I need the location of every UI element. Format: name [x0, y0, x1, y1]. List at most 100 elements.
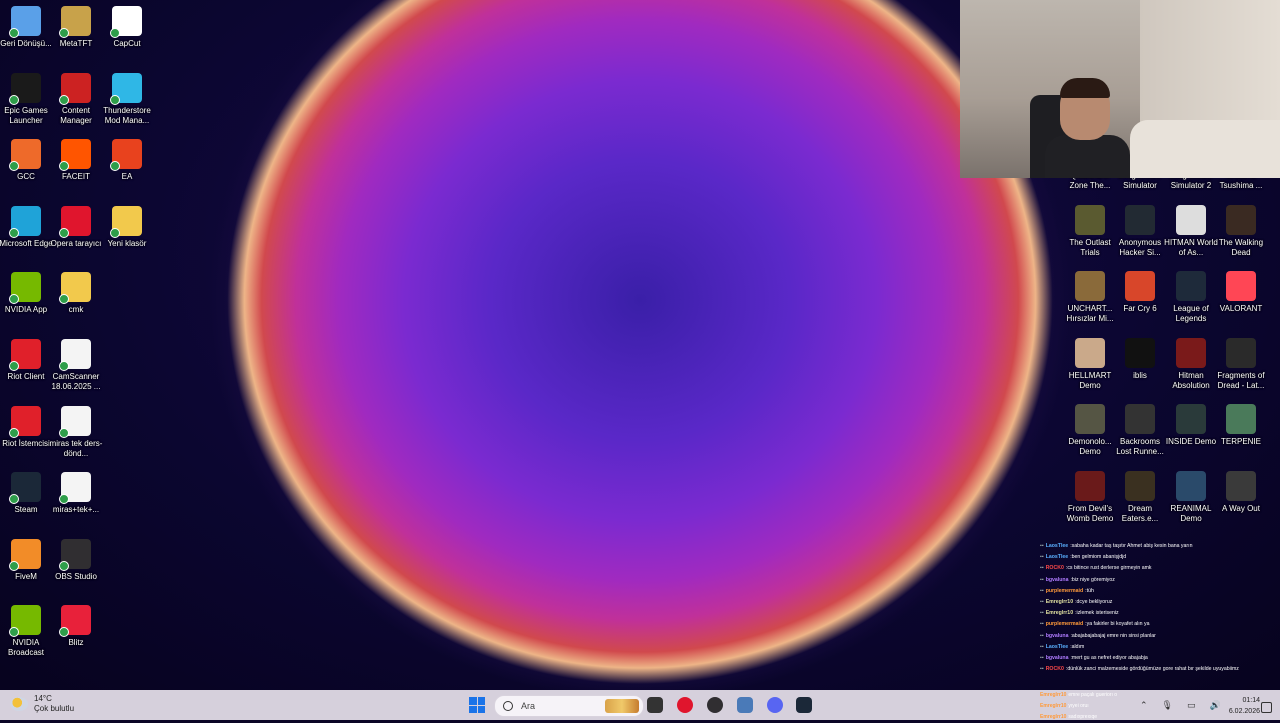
desktop-icon[interactable]: Riot Client: [0, 339, 52, 382]
game-shortcut-label: Fragments of Dread - Lat...: [1217, 370, 1265, 390]
chat-message: ▪▪ Emreglrr10: izlemek isteriseniz: [1040, 608, 1280, 619]
weather-widget[interactable]: 14°C Çok bulutlu: [10, 694, 74, 714]
desktop-icon-label: EA: [121, 172, 133, 182]
desktop-icon[interactable]: Microsoft Edge: [0, 205, 53, 249]
game-shortcut[interactable]: Anonymous Hacker Si...: [1114, 204, 1166, 258]
game-shortcut[interactable]: The Walking Dead: [1215, 204, 1267, 258]
sync-check-icon: [110, 28, 120, 38]
desktop-icon[interactable]: miras tek ders-dönd...: [50, 405, 102, 459]
sync-check-icon: [9, 560, 19, 571]
game-icon: [1125, 204, 1155, 235]
metatft-icon: [59, 6, 91, 38]
game-shortcut[interactable]: Demonolo... Demo: [1064, 404, 1116, 457]
game-shortcut[interactable]: HITMAN World of As...: [1164, 204, 1218, 258]
game-shortcut[interactable]: Fragments of Dread - Lat...: [1215, 337, 1267, 391]
game-shortcut-label: Far Cry 6: [1123, 304, 1157, 314]
desktop-icon[interactable]: Steam: [0, 472, 52, 515]
capcut-icon: [110, 6, 142, 38]
desktop-icon[interactable]: Thunderstore Mod Mana...: [101, 72, 153, 126]
riot-client-icon: [9, 339, 41, 371]
notification-icon[interactable]: [1261, 702, 1272, 713]
desktop-icon-label: miras+tek+...: [52, 505, 100, 515]
game-icon: [1226, 404, 1256, 435]
discord-icon[interactable]: [767, 697, 783, 713]
desktop-icon[interactable]: Riot İstemcisi: [0, 405, 52, 449]
desktop-icon[interactable]: Geri Dönüşü...: [0, 6, 52, 49]
sync-check-icon: [9, 627, 19, 638]
document-icon: [59, 339, 91, 371]
desktop-icon[interactable]: Content Manager: [50, 72, 102, 126]
game-icon: [1075, 404, 1105, 435]
desktop-icon[interactable]: FACEIT: [50, 139, 102, 182]
desktop-icon[interactable]: OBS Studio: [50, 538, 102, 582]
search-highlight-image: [605, 699, 639, 713]
game-shortcut-label: HITMAN World of As...: [1164, 237, 1218, 257]
game-shortcut[interactable]: INSIDE Demo: [1165, 404, 1217, 447]
desktop-icon[interactable]: cmk: [50, 272, 102, 315]
desktop-icon[interactable]: GCC: [0, 139, 52, 182]
chat-username: ROCK0: [1045, 565, 1064, 572]
chevron-up-icon[interactable]: ⌃: [1140, 700, 1148, 711]
opera-icon: [59, 205, 91, 238]
desktop-icon[interactable]: Epic Games Launcher: [0, 72, 52, 126]
game-shortcut[interactable]: Far Cry 6: [1114, 271, 1166, 314]
desktop-icon[interactable]: miras+tek+...: [50, 472, 102, 515]
desktop-icon[interactable]: CamScanner 18.06.2025 ...: [50, 339, 102, 392]
chat-badge-icon: ▪▪: [1040, 632, 1044, 639]
game-shortcut[interactable]: Dream Eaters.e...: [1114, 471, 1166, 524]
game-icon: [1125, 271, 1155, 302]
desktop-icon[interactable]: MetaTFT: [50, 6, 102, 49]
game-shortcut-label: A Way Out: [1222, 504, 1260, 513]
desktop-icon[interactable]: EA: [101, 139, 153, 182]
game-shortcut[interactable]: A Way Out: [1215, 471, 1267, 514]
desktop-icon[interactable]: CapCut: [101, 6, 153, 49]
game-shortcut[interactable]: HELLMART Demo: [1064, 337, 1116, 391]
game-shortcut[interactable]: REANIMAL Demo: [1165, 471, 1217, 524]
desktop-icon[interactable]: Blitz: [50, 605, 102, 648]
taskbar-search[interactable]: Ara: [494, 695, 644, 717]
desktop-icon[interactable]: NVIDIA Broadcast: [0, 605, 52, 658]
start-button[interactable]: [469, 697, 485, 713]
sync-check-icon: [59, 227, 69, 238]
settings-icon[interactable]: [737, 697, 753, 713]
game-shortcut[interactable]: Hitman Absolution: [1165, 337, 1217, 391]
chat-message: ▪▪ bgvaluna: abajabajabajaj emre nin sins…: [1040, 631, 1280, 642]
volume-icon[interactable]: 🔊: [1210, 700, 1221, 711]
nvidia-broadcast-icon: [9, 605, 41, 638]
folder-icon: [59, 272, 91, 305]
chat-text: ben gelmiom abanişjdjd: [1071, 554, 1127, 561]
chat-text: abajabajabajaj emre nin sinsi planlar: [1071, 632, 1156, 639]
chat-message: ▪▪ LaosTlee: ben gelmiom abanişjdjd: [1040, 552, 1280, 563]
desktop-icon[interactable]: Yeni klasör: [101, 205, 153, 249]
game-shortcut[interactable]: League of Legends: [1165, 271, 1217, 324]
game-shortcut[interactable]: TERPENIE: [1215, 404, 1267, 447]
game-shortcut-label: VALORANT: [1219, 304, 1263, 314]
steam-icon[interactable]: [796, 697, 812, 713]
game-shortcut[interactable]: iblis: [1114, 337, 1166, 381]
game-shortcut[interactable]: UNCHART... Hırsızlar Mi...: [1064, 271, 1116, 324]
game-icon: [1075, 471, 1105, 501]
game-shortcut-label: Dream Eaters.e...: [1121, 504, 1159, 523]
desktop-icon[interactable]: Opera tarayıcı: [50, 205, 102, 249]
microphone-icon[interactable]: 🎙: [1162, 700, 1173, 711]
chat-username: Emreglrr10: [1040, 703, 1067, 709]
file-icon[interactable]: [647, 697, 663, 713]
game-shortcut[interactable]: Backrooms Lost Runne...: [1114, 404, 1166, 457]
clock[interactable]: 01:14 6.02.2026: [1229, 695, 1260, 717]
obs-icon[interactable]: [707, 697, 723, 713]
desktop-icon[interactable]: FiveM: [0, 538, 52, 582]
game-shortcut[interactable]: The Outlast Trials: [1064, 204, 1116, 258]
game-shortcut[interactable]: VALORANT: [1215, 271, 1267, 314]
chat-username: bgvaluna: [1045, 655, 1069, 662]
sync-check-icon: [9, 94, 19, 105]
taskbar: 14°C Çok bulutlu Ara Emreglrr10 emre paça…: [0, 690, 1280, 720]
game-shortcut-label: iblis: [1133, 370, 1147, 380]
game-icon: [1176, 404, 1206, 435]
game-icon: [1125, 404, 1155, 435]
game-shortcut[interactable]: From Devil's Womb Demo: [1064, 471, 1116, 524]
desktop-icon[interactable]: NVIDIA App: [0, 272, 52, 315]
sync-check-icon: [110, 161, 120, 172]
webcam-overlay: [960, 0, 1280, 178]
opera-icon[interactable]: [677, 697, 693, 713]
network-icon[interactable]: ▭: [1187, 700, 1196, 711]
